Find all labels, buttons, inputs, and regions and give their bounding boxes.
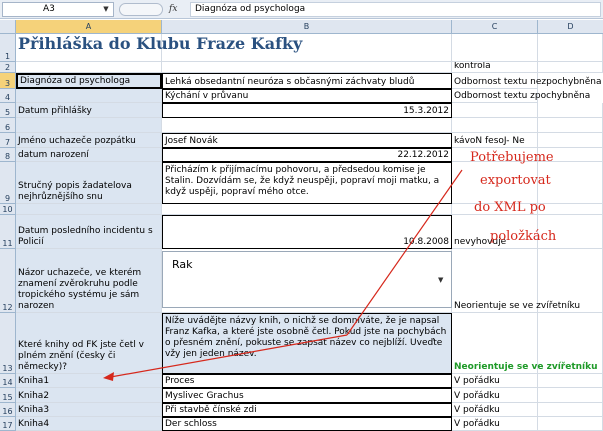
annotation-arrow-head	[103, 372, 114, 381]
annotation-arrow	[103, 169, 463, 381]
annotation-arrow-shaft	[104, 334, 348, 379]
annotation-arrow-line	[346, 169, 463, 336]
